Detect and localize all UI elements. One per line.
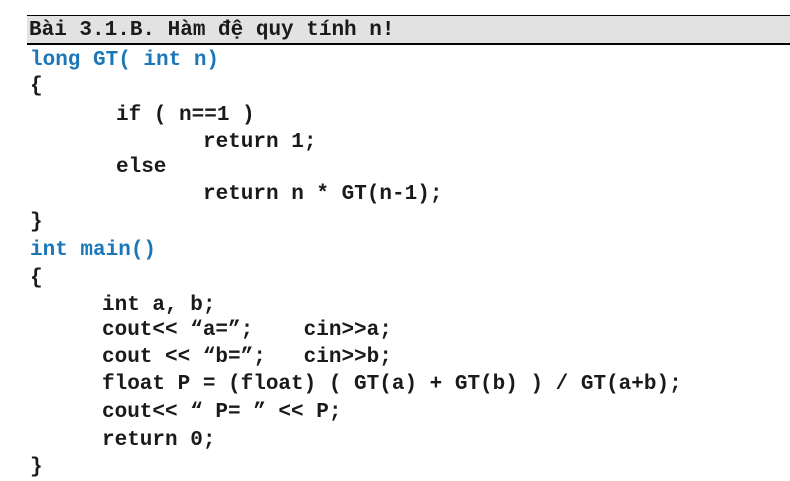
section-title: Bài 3.1.B. Hàm đệ quy tính n! — [29, 19, 395, 42]
code-line-close-brace: } — [30, 211, 43, 234]
code-line-compute-p: float P = (float) ( GT(a) + GT(b) ) / GT… — [102, 373, 682, 396]
code-line-input-b: cout << “b=”; cin>>b; — [102, 346, 392, 369]
code-line-main-signature: int main() — [30, 239, 157, 262]
code-line-open-brace: { — [30, 75, 43, 98]
code-line-return-one: return 1; — [203, 131, 317, 154]
code-line-declare: int a, b; — [102, 294, 216, 317]
code-line-return-recursive: return n * GT(n-1); — [203, 183, 443, 206]
code-line-main-close-brace: } — [30, 456, 43, 479]
code-line-if: if ( n==1 ) — [116, 104, 255, 127]
section-header: Bài 3.1.B. Hàm đệ quy tính n! — [27, 15, 790, 45]
code-line-output-p: cout<< “ P= ” << P; — [102, 401, 342, 424]
code-line-else: else — [116, 156, 167, 179]
code-line-main-open-brace: { — [30, 267, 43, 290]
code-line-input-a: cout<< “a=”; cin>>a; — [102, 319, 392, 342]
code-line-function-signature: long GT( int n) — [30, 49, 220, 72]
code-line-return-zero: return 0; — [102, 429, 216, 452]
